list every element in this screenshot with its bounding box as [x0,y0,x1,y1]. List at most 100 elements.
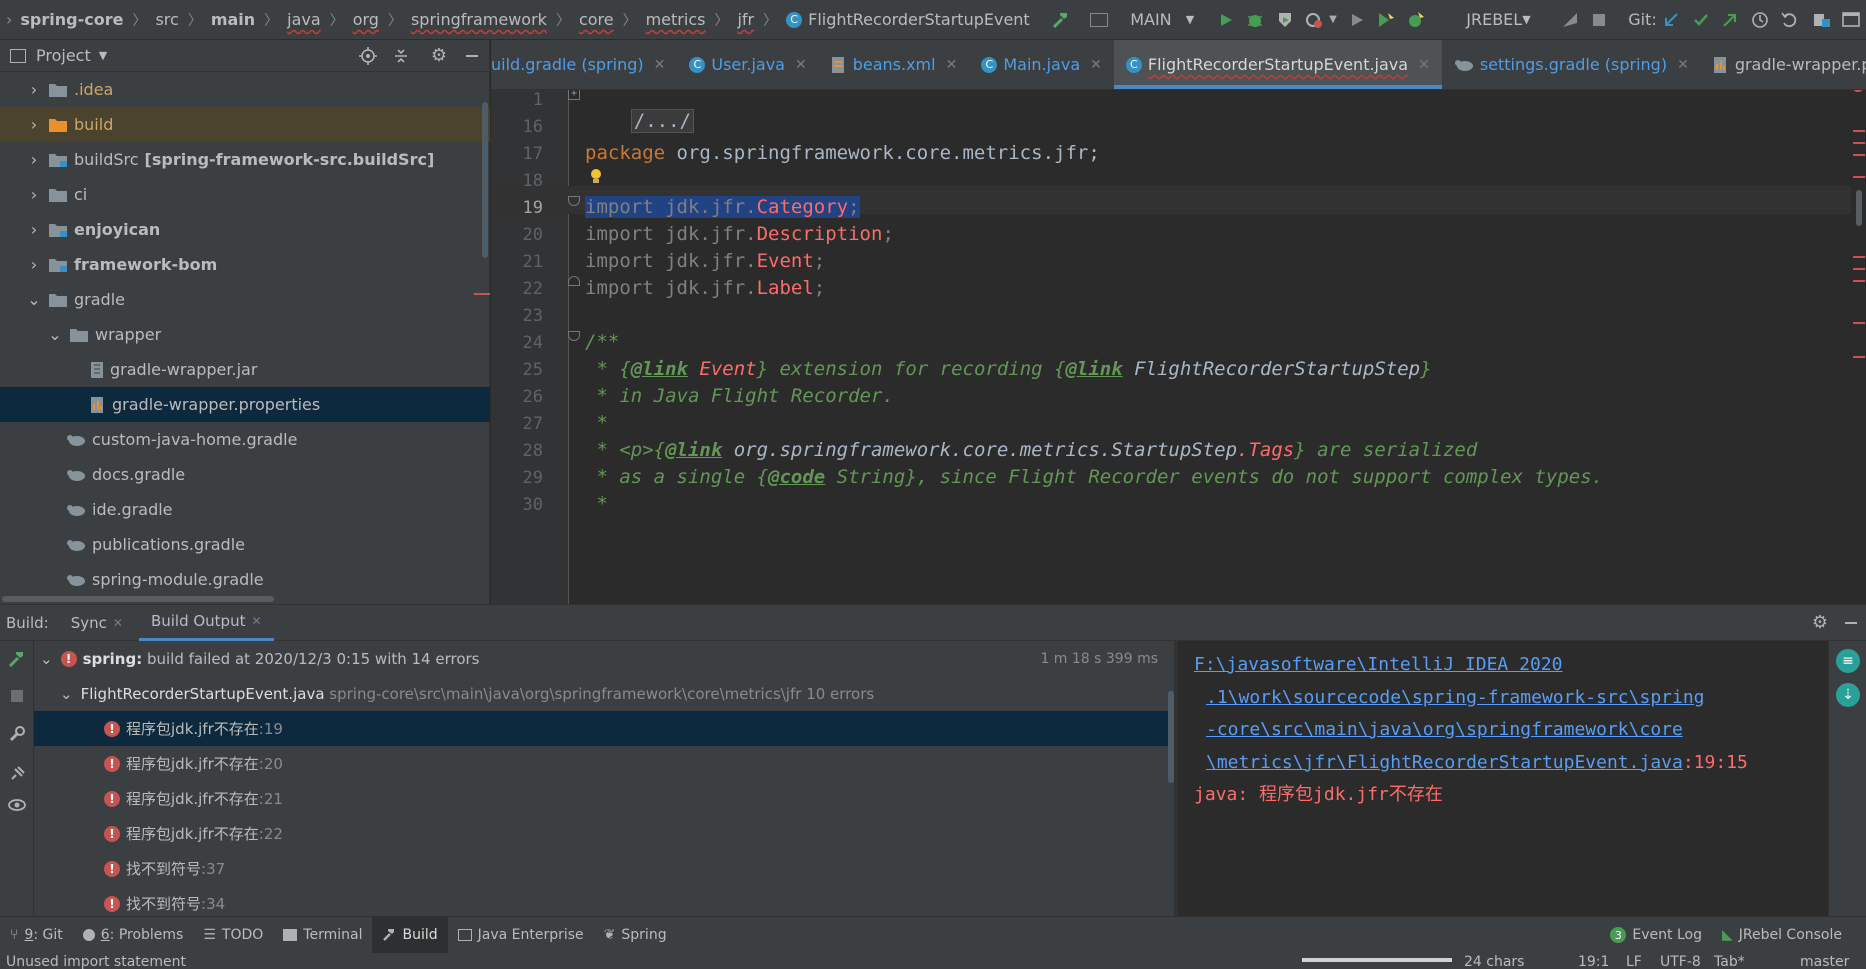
breadcrumb-core[interactable]: core [579,10,614,29]
tree-item-spring-module-gradle[interactable]: spring-module.gradle [0,562,490,597]
tree-item-framework-bom[interactable]: › framework-bom [0,247,490,282]
file-link[interactable]: F:\javasoftware\IntelliJ IDEA 2020 [1194,654,1562,675]
history-icon[interactable] [1748,6,1771,34]
pin-icon[interactable] [8,765,26,783]
stop-icon[interactable] [10,689,24,703]
git-commit-icon[interactable] [1689,6,1712,34]
presentation-icon[interactable] [1840,6,1863,34]
tab-beans-xml[interactable]: beans.xml ✕ [819,40,970,89]
git-push-icon[interactable] [1719,6,1742,34]
chevron-right-icon[interactable]: › [26,255,42,274]
jrebel-run-icon[interactable] [1374,6,1397,34]
jrebel-select[interactable]: JREBEL ▼ [1440,4,1539,35]
chevron-down-icon[interactable]: ⌄ [60,685,73,703]
tree-item-enjoyican[interactable]: › enjoyican [0,212,490,247]
tree-item-ci[interactable]: › ci [0,177,490,212]
tree-item-buildsrc[interactable]: › buildSrc [spring-framework-src.buildSr… [0,142,490,177]
toolwindow-event-log[interactable]: 3 Event Log [1600,917,1712,954]
rollback-icon[interactable] [1778,6,1801,34]
breadcrumb-jfr[interactable]: jfr [737,10,754,29]
chevron-right-icon[interactable]: › [26,185,42,204]
breadcrumb-main[interactable]: main [211,10,255,29]
close-icon[interactable]: ✕ [1418,57,1430,73]
gear-icon[interactable]: ⚙ [1812,612,1828,633]
horizontal-scrollbar[interactable] [2,596,274,602]
close-icon[interactable]: ✕ [946,57,958,73]
code-editor[interactable]: 1 16 17 18 19 20 21 22 23 24 25 26 27 28… [491,90,1866,604]
breadcrumb-org[interactable]: org [353,10,379,29]
tab-settings-gradle[interactable]: settings.gradle (spring) ✕ [1442,40,1701,89]
jrebel-sync-icon[interactable] [1558,6,1581,34]
toolwindow-terminal[interactable]: Terminal [273,917,372,954]
locate-icon[interactable] [358,46,377,65]
tree-item-gradle-wrapper-jar[interactable]: gradle-wrapper.jar [0,352,490,387]
toolwindow-jrebel-console[interactable]: ◣ JRebel Console [1712,917,1852,954]
close-icon[interactable]: ✕ [1677,57,1689,73]
tree-item-gradle[interactable]: ⌄ gradle [0,282,490,317]
toolwindow-spring[interactable]: ❦ Spring [594,917,677,954]
file-link[interactable]: \metrics\jfr\FlightRecorderStartupEvent.… [1206,752,1683,773]
error-status-icon[interactable] [1852,90,1864,92]
tab-flightrecorderstartupevent-java[interactable]: C FlightRecorderStartupEvent.java ✕ [1113,40,1442,89]
toolwindow-java-enterprise[interactable]: Java Enterprise [448,917,594,954]
tab-user-java[interactable]: C User.java ✕ [677,40,818,89]
build-file-row[interactable]: ⌄ FlightRecorderStartupEvent.java spring… [34,676,1174,711]
status-encoding[interactable]: UTF-8 [1660,954,1701,969]
wrench-icon[interactable] [8,725,26,743]
tree-item-build[interactable]: › build [0,107,490,142]
build-summary-row[interactable]: ⌄ ! spring: build failed at 2020/12/3 0:… [34,641,1174,676]
chevron-down-icon[interactable]: ▼ [99,49,107,62]
debug-icon[interactable] [1244,6,1267,34]
toolwindow-problems[interactable]: 6: Problems [73,917,194,954]
editor-scrollbar[interactable] [1856,190,1862,226]
chevron-down-icon[interactable]: ⌄ [47,325,63,344]
breadcrumb-src[interactable]: src [155,10,178,29]
tab-gradle-wrapper-properties[interactable]: gradle-wrapper.properties ✕ [1701,40,1866,89]
build-error-row[interactable]: ! 程序包jdk.jfr不存在 :20 [34,746,1174,781]
tree-item-wrapper[interactable]: ⌄ wrapper [0,317,490,352]
run-config-select[interactable]: MAIN ▼ [1082,4,1203,35]
toolwindow-todo[interactable]: ☰ TODO [193,917,273,954]
build-error-row[interactable]: ! 程序包jdk.jfr不存在 :21 [34,781,1174,816]
console-path-line[interactable]: F:\javasoftware\IntelliJ IDEA 2020 [1194,649,1812,682]
breadcrumb-springframework[interactable]: springframework [411,10,547,29]
build-error-row[interactable]: ! 程序包jdk.jfr不存在 :19 [34,711,1174,746]
tab-main-java[interactable]: C Main.java ✕ [969,40,1114,89]
file-link[interactable]: -core\src\main\java\org\springframework\… [1206,719,1683,740]
project-structure-icon[interactable] [1810,6,1833,34]
toolwindow-git[interactable]: ⑂ 9: Git [0,917,73,954]
tree-item-custom-java-home-gradle[interactable]: custom-java-home.gradle [0,422,490,457]
close-icon[interactable]: ✕ [251,614,261,628]
breadcrumb-java[interactable]: java [287,10,321,29]
tab-build-output[interactable]: Build Output ✕ [138,605,274,641]
project-view-select[interactable]: Project [36,46,91,65]
toolwindow-build[interactable]: Build [372,916,448,954]
chevron-down-icon[interactable]: ⌄ [26,290,42,309]
breadcrumb-module[interactable]: spring-core [20,10,123,29]
soft-wrap-icon[interactable]: ≡ [1836,649,1860,673]
tree-item-publications-gradle[interactable]: publications.gradle [0,527,490,562]
profile-icon[interactable] [1303,6,1326,34]
minimize-icon[interactable] [1844,616,1858,630]
close-icon[interactable]: ✕ [113,616,123,630]
status-position[interactable]: 19:1 [1578,954,1609,969]
status-indent[interactable]: Tab* [1714,954,1745,969]
tree-item-gradle-wrapper-properties[interactable]: gradle-wrapper.properties [0,387,490,422]
build-hammer-icon[interactable] [1050,6,1073,34]
file-link[interactable]: .1\work\sourcecode\spring-framework-src\… [1206,687,1705,708]
chevron-down-icon[interactable]: ▼ [1329,14,1337,25]
console-path-line[interactable]: .1\work\sourcecode\spring-framework-src\… [1194,682,1812,715]
tab-sync[interactable]: Sync ✕ [71,614,123,632]
vertical-scrollbar[interactable] [482,102,488,258]
fold-expand-icon[interactable]: + [568,90,580,100]
breadcrumb-metrics[interactable]: metrics [646,10,706,29]
build-hammer-icon[interactable] [7,649,27,669]
minimize-icon[interactable] [465,49,479,63]
chevron-right-icon[interactable]: › [26,80,42,99]
folded-region[interactable]: /.../ [630,109,694,133]
run-icon[interactable] [1214,6,1237,34]
tree-item-ide-gradle[interactable]: ide.gradle [0,492,490,527]
coverage-icon[interactable] [1273,6,1296,34]
close-icon[interactable]: ✕ [1090,57,1102,73]
tab-build-gradle[interactable]: uild.gradle (spring) ✕ [491,40,677,89]
